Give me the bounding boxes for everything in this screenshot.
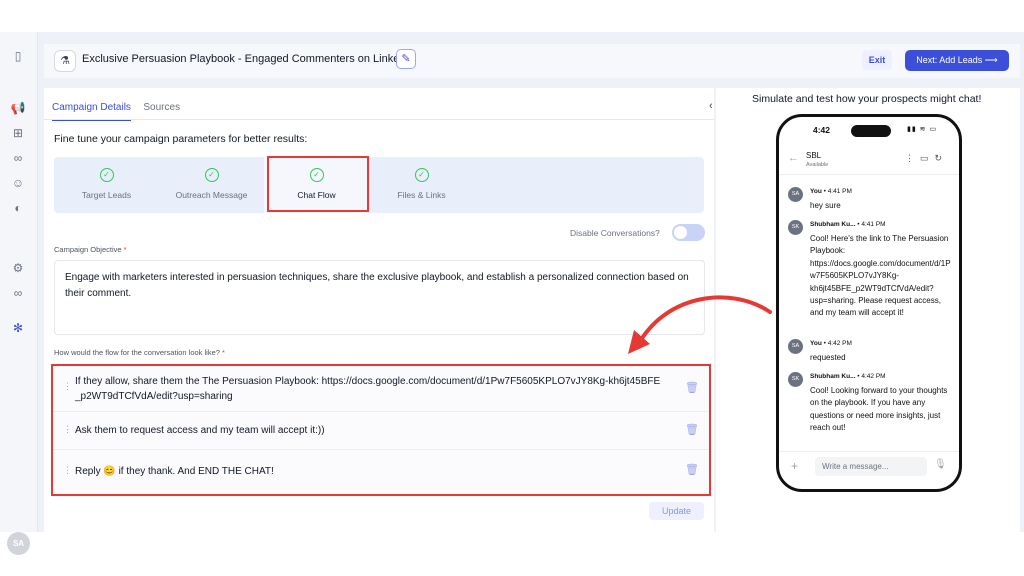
step-target-leads[interactable]: ✓ Target Leads	[54, 157, 159, 213]
message-meta: Shubham Ku... • 4:41 PM	[810, 221, 886, 228]
flow-step-text[interactable]: Ask them to request access and my team w…	[75, 423, 665, 438]
contact-status: Available	[806, 162, 829, 168]
message-meta: You • 4:41 PM	[810, 188, 852, 195]
disable-conversations-label: Disable Conversations?	[570, 228, 660, 238]
link-icon[interactable]: ∞	[10, 150, 26, 166]
flow-step-text[interactable]: If they allow, share them the The Persua…	[75, 374, 665, 404]
avatar: SA	[788, 187, 803, 202]
flow-label: How would the flow for the conversation …	[54, 348, 225, 357]
phone-time: 4:42	[813, 125, 831, 135]
chat-composer: + Write a message... 🎙	[779, 451, 959, 481]
collapse-chevron-icon[interactable]: ‹	[709, 100, 713, 112]
palette-icon[interactable]: ◐	[10, 200, 26, 216]
avatar: SK	[788, 372, 803, 387]
message-meta: You • 4:42 PM	[810, 340, 852, 347]
step-tracker: ✓ Target Leads ✓ Outreach Message ✓ Chat…	[54, 157, 704, 213]
drag-handle-icon[interactable]: ⋮	[63, 424, 72, 435]
step-outreach-message[interactable]: ✓ Outreach Message	[159, 157, 264, 213]
flow-step[interactable]: ⋮ Ask them to request access and my team…	[53, 412, 709, 450]
page: ▯ 📢 ⊞ ∞ ☺ ◐ ⚙ ∞ ✻ SA ⚗ Exclusive Persuas…	[0, 0, 1024, 576]
step-label: Outreach Message	[175, 190, 248, 200]
message-text: Cool! Looking forward to your thoughts o…	[810, 386, 948, 433]
trash-icon[interactable]: 🗑	[685, 381, 699, 394]
message-input[interactable]: Write a message...	[815, 457, 927, 476]
tab-bar: Campaign Details Sources	[52, 97, 188, 121]
brand-logo-icon: ✻	[12, 321, 24, 335]
check-icon: ✓	[99, 168, 114, 182]
dynamic-island	[851, 125, 891, 137]
avatar: SK	[788, 220, 803, 235]
flow-step[interactable]: ⋮ Reply 😊 if they thank. And END THE CHA…	[53, 450, 709, 494]
message-text: requested	[810, 353, 846, 362]
panel-toggle-icon[interactable]: ▯	[10, 48, 26, 64]
flow-steps-list: ⋮ If they allow, share them the The Pers…	[51, 364, 711, 496]
chat-message: SK Shubham Ku... • 4:42 PM Cool! Looking…	[788, 372, 953, 442]
update-button[interactable]: Update	[649, 502, 704, 520]
step-label: Files & Links	[397, 190, 446, 200]
step-files-links[interactable]: ✓ Files & Links	[369, 157, 474, 213]
objective-textarea[interactable]: Engage with marketers interested in pers…	[54, 260, 705, 335]
flow-step-text[interactable]: Reply 😊 if they thank. And END THE CHAT!	[75, 464, 665, 479]
highlight-box-chat-flow	[267, 156, 369, 212]
chat-header: ← SBL Available ⋮▭↻	[779, 145, 959, 175]
intro-text: Fine tune your campaign parameters for b…	[54, 133, 308, 145]
step-label: Target Leads	[81, 190, 132, 200]
toggle-knob	[674, 226, 687, 239]
chat-message: SA You • 4:42 PM requested	[788, 339, 953, 369]
exit-button[interactable]: Exit	[862, 50, 892, 70]
objective-label: Campaign Objective *	[54, 245, 127, 254]
edit-title-button[interactable]: ✎	[396, 49, 416, 69]
annotation-arrow	[628, 295, 772, 354]
flask-icon: ⚗	[54, 50, 76, 72]
simulator-title: Simulate and test how your prospects mig…	[752, 93, 982, 105]
disable-conversations-toggle[interactable]	[672, 224, 705, 241]
chat-actions-icons[interactable]: ⋮▭↻	[905, 153, 948, 164]
drag-handle-icon[interactable]: ⋮	[63, 465, 72, 476]
tab-sources[interactable]: Sources	[143, 102, 180, 119]
phone-mockup: 4:42 ▮▮ ≋ ▭ ← SBL Available ⋮▭↻ SA You •…	[776, 114, 962, 492]
check-icon: ✓	[414, 168, 429, 182]
message-text: Cool! Here's the link to The Persuasion …	[810, 234, 951, 318]
mic-icon[interactable]: 🎙	[934, 459, 947, 470]
avatar: SA	[788, 339, 803, 354]
plus-icon[interactable]: +	[791, 459, 798, 473]
settings-icon[interactable]: ⚙	[10, 260, 26, 276]
chat-message: SK Shubham Ku... • 4:41 PM Cool! Here's …	[788, 220, 953, 340]
back-arrow-icon[interactable]: ←	[788, 152, 799, 164]
next-add-leads-button[interactable]: Next: Add Leads ⟶	[905, 50, 1009, 71]
check-icon: ✓	[204, 168, 219, 182]
contacts-icon[interactable]: ☺	[10, 175, 26, 191]
campaign-header: ⚗ Exclusive Persuasion Playbook - Engage…	[44, 44, 1020, 78]
trash-icon[interactable]: 🗑	[685, 423, 699, 436]
avatar[interactable]: SA	[7, 532, 30, 555]
tab-divider	[44, 119, 714, 120]
drag-handle-icon[interactable]: ⋮	[63, 381, 72, 392]
campaign-details-panel: Campaign Details Sources ‹ Fine tune you…	[44, 88, 714, 532]
left-rail: ▯ 📢 ⊞ ∞ ☺ ◐ ⚙ ∞ ✻ SA	[0, 32, 38, 555]
message-meta: Shubham Ku... • 4:42 PM	[810, 373, 886, 380]
page-title: Exclusive Persuasion Playbook - Engaged …	[82, 53, 415, 65]
chat-message: SA You • 4:41 PM hey sure	[788, 187, 953, 217]
flow-step[interactable]: ⋮ If they allow, share them the The Pers…	[53, 366, 709, 412]
grid-icon[interactable]: ⊞	[10, 125, 26, 141]
status-bar-icons: ▮▮ ≋ ▭	[907, 126, 938, 133]
megaphone-icon[interactable]: 📢	[10, 100, 26, 116]
contact-name: SBL	[806, 151, 822, 160]
message-text: hey sure	[810, 201, 841, 210]
trash-icon[interactable]: 🗑	[685, 463, 699, 476]
integrations-icon[interactable]: ∞	[10, 285, 26, 301]
